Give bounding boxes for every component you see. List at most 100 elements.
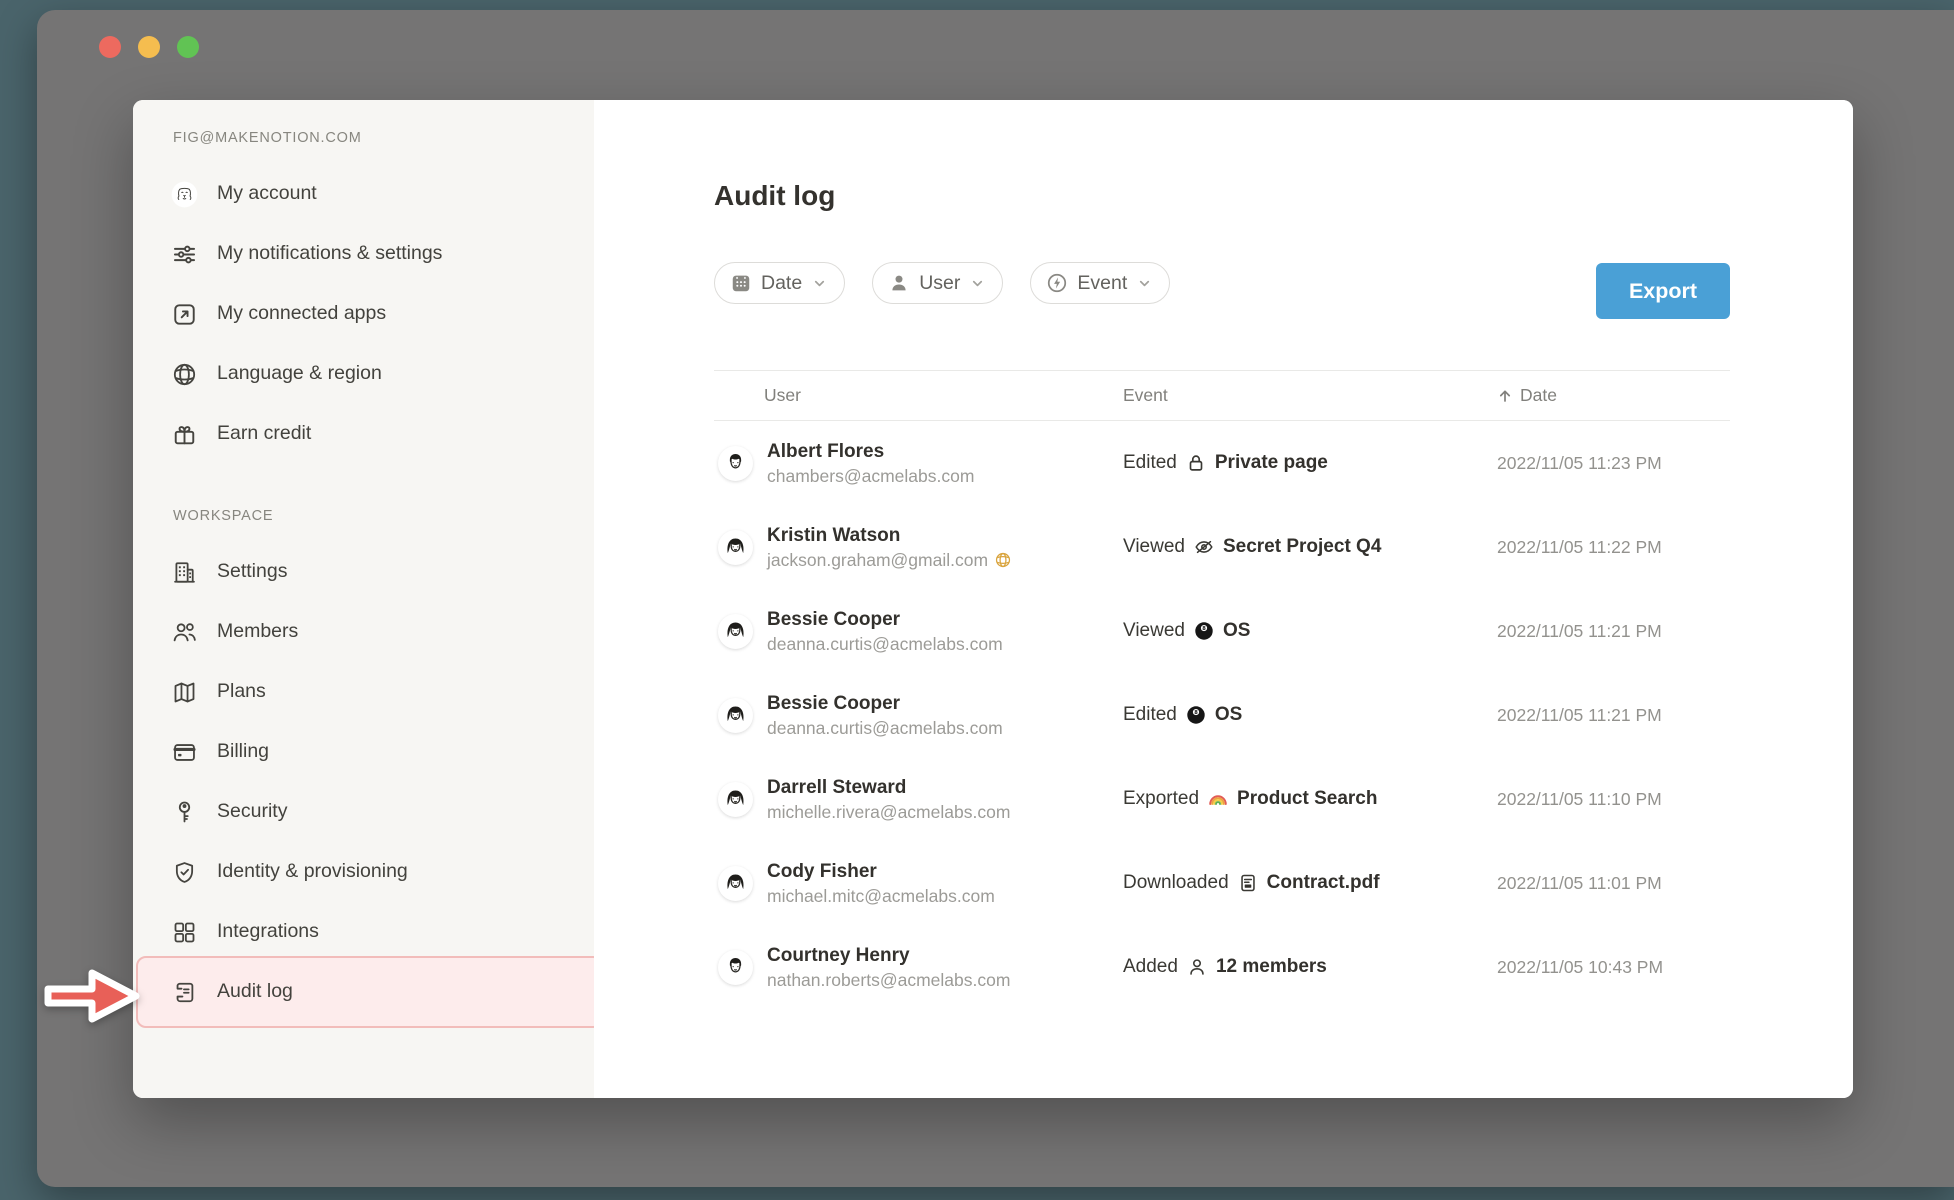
sidebar-item-label: Billing [217, 740, 269, 763]
event-action: Edited [1123, 452, 1177, 474]
user-email-text: michael.mitc@acmelabs.com [767, 884, 995, 908]
external-link-icon [171, 301, 198, 328]
user-email-text: chambers@acmelabs.com [767, 464, 974, 488]
column-header-label: Date [1520, 385, 1557, 406]
sidebar-item-label: Plans [217, 680, 266, 703]
sliders-icon [171, 241, 198, 268]
pointer-arrow [40, 960, 142, 1032]
filter-pill-label: User [919, 272, 960, 295]
eye-off-icon [1193, 536, 1215, 558]
chevron-down-icon [1137, 276, 1152, 291]
zoom-window-button[interactable] [177, 36, 199, 58]
globe-icon [171, 361, 198, 388]
building-icon [171, 559, 198, 586]
date-cell: 2022/11/05 11:23 PM [1497, 453, 1730, 474]
avatar [718, 698, 753, 733]
event-target: OS [1215, 704, 1242, 726]
table-row[interactable]: Darrell Stewardmichelle.rivera@acmelabs.… [714, 757, 1730, 841]
event-action: Viewed [1123, 620, 1185, 642]
sidebar-item-earn-credit[interactable]: Earn credit [133, 404, 594, 464]
sidebar-item-billing[interactable]: Billing [133, 722, 594, 782]
event-cell: ViewedSecret Project Q4 [1123, 536, 1497, 558]
key-icon [171, 799, 198, 826]
user-email-text: michelle.rivera@acmelabs.com [767, 800, 1010, 824]
sidebar-item-security[interactable]: Security [133, 782, 594, 842]
table-row[interactable]: Kristin Watsonjackson.graham@gmail.comVi… [714, 505, 1730, 589]
audit-log-table: UserEventDate Albert Floreschambers@acme… [714, 370, 1730, 1009]
rainbow-icon [1207, 788, 1229, 810]
sidebar-item-settings[interactable]: Settings [133, 542, 594, 602]
table-row[interactable]: Albert Floreschambers@acmelabs.comEdited… [714, 421, 1730, 505]
filter-pill-label: Event [1077, 272, 1127, 295]
table-row[interactable]: Bessie Cooperdeanna.curtis@acmelabs.com V… [714, 589, 1730, 673]
sidebar-item-label: My connected apps [217, 302, 386, 325]
calendar-icon [730, 272, 752, 294]
sidebar-item-label: Integrations [217, 920, 319, 943]
event-target: Private page [1215, 452, 1328, 474]
user-cell: Cody Fishermichael.mitc@acmelabs.com [714, 859, 1123, 908]
sidebar-item-integrations[interactable]: Integrations [133, 902, 594, 962]
avatar [718, 446, 753, 481]
sidebar-item-my-notifications-and-settings[interactable]: My notifications & settings [133, 224, 594, 284]
user-email: michael.mitc@acmelabs.com [767, 884, 995, 908]
table-row[interactable]: Bessie Cooperdeanna.curtis@acmelabs.comE… [714, 673, 1730, 757]
person-icon [888, 272, 910, 294]
sidebar-item-label: Language & region [217, 362, 382, 385]
sort-arrow-up-icon [1497, 388, 1513, 404]
sidebar-item-plans[interactable]: Plans [133, 662, 594, 722]
close-window-button[interactable] [99, 36, 121, 58]
user-name: Bessie Cooper [767, 607, 1003, 632]
user-email: chambers@acmelabs.com [767, 464, 974, 488]
user-email: deanna.curtis@acmelabs.com [767, 632, 1003, 656]
filter-pill-label: Date [761, 272, 802, 295]
grid-icon [171, 919, 198, 946]
user-email-text: nathan.roberts@acmelabs.com [767, 968, 1010, 992]
minimize-window-button[interactable] [138, 36, 160, 58]
event-action: Added [1123, 956, 1178, 978]
person-outline-icon [1186, 956, 1208, 978]
filter-pill-event[interactable]: Event [1030, 262, 1170, 304]
column-header-event: Event [1123, 385, 1497, 406]
page-title: Audit log [714, 178, 1730, 214]
date-cell: 2022/11/05 11:21 PM [1497, 621, 1730, 642]
table-row[interactable]: Courtney Henrynathan.roberts@acmelabs.co… [714, 925, 1730, 1009]
filter-pill-date[interactable]: Date [714, 262, 845, 304]
column-header-user: User [714, 385, 1123, 406]
shield-check-icon [171, 859, 198, 886]
export-button[interactable]: Export [1596, 263, 1730, 319]
sidebar-item-members[interactable]: Members [133, 602, 594, 662]
user-name: Cody Fisher [767, 859, 995, 884]
sidebar-item-label: Audit log [217, 980, 293, 1003]
user-cell: Kristin Watsonjackson.graham@gmail.com [714, 523, 1123, 572]
user-name: Courtney Henry [767, 943, 1010, 968]
event-target: 12 members [1216, 956, 1327, 978]
sidebar-item-audit-log[interactable]: Audit log [133, 962, 594, 1022]
settings-sidebar: FIG@MAKENOTION.COM My accountMy notifica… [133, 100, 594, 1098]
event-target: Contract.pdf [1267, 872, 1380, 894]
audit-log-panel: Audit log DateUserEvent Export UserEvent… [594, 100, 1853, 1098]
sidebar-item-language-and-region[interactable]: Language & region [133, 344, 594, 404]
chevron-down-icon [970, 276, 985, 291]
table-row[interactable]: Cody Fishermichael.mitc@acmelabs.comDown… [714, 841, 1730, 925]
members-icon [171, 619, 198, 646]
user-email-text: jackson.graham@gmail.com [767, 548, 988, 572]
user-name: Kristin Watson [767, 523, 1012, 548]
globe-orange-icon [994, 551, 1012, 569]
date-cell: 2022/11/05 10:43 PM [1497, 957, 1730, 978]
account-nav: My accountMy notifications & settings My … [133, 164, 594, 464]
sidebar-item-my-account[interactable]: My account [133, 164, 594, 224]
sidebar-item-label: Members [217, 620, 298, 643]
event-action: Viewed [1123, 536, 1185, 558]
app-window: FIG@MAKENOTION.COM My accountMy notifica… [37, 10, 1954, 1187]
user-email-text: deanna.curtis@acmelabs.com [767, 716, 1003, 740]
credit-card-icon [171, 739, 198, 766]
user-email: jackson.graham@gmail.com [767, 548, 1012, 572]
column-header-date[interactable]: Date [1497, 385, 1730, 406]
sidebar-item-label: Earn credit [217, 422, 311, 445]
user-name: Darrell Steward [767, 775, 1010, 800]
sidebar-item-my-connected-apps[interactable]: My connected apps [133, 284, 594, 344]
filter-bar: Date User Event Export [714, 262, 1730, 320]
user-email: deanna.curtis@acmelabs.com [767, 716, 1003, 740]
sidebar-item-identity-and-provisioning[interactable]: Identity & provisioning [133, 842, 594, 902]
filter-pill-user[interactable]: User [872, 262, 1003, 304]
